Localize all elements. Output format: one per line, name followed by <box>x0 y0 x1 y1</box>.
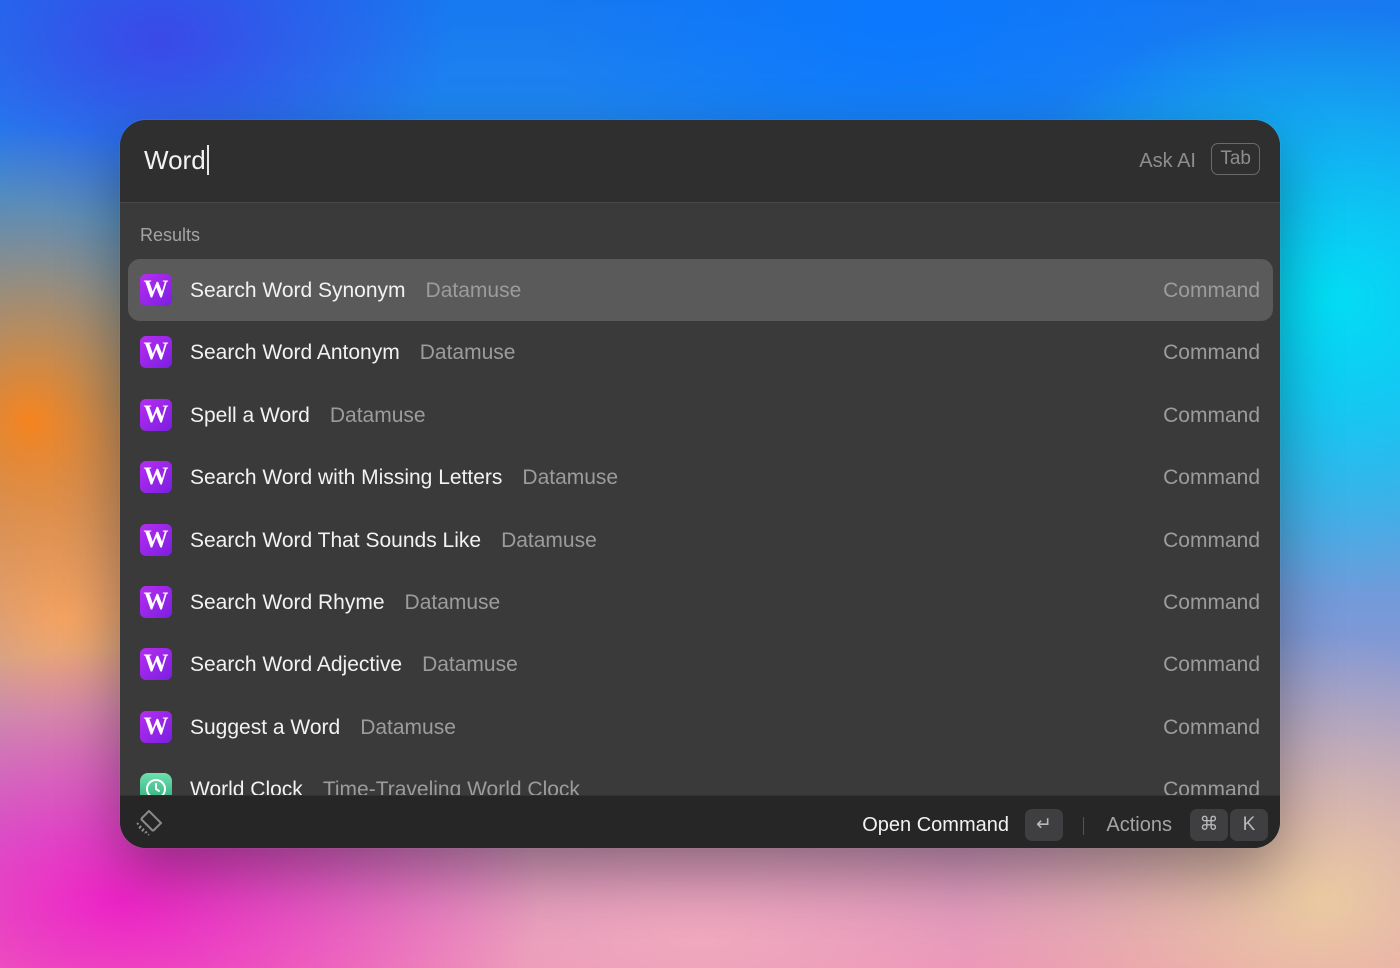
section-title-results: Results <box>140 225 201 245</box>
list-item-subtitle: Datamuse <box>501 529 597 552</box>
return-key-hint: ↵ <box>1025 809 1063 841</box>
list-item-subtitle: Time-Traveling World Clock <box>322 778 580 795</box>
datamuse-w-icon: W <box>140 274 172 306</box>
action-bar: Open Command ↵ Actions ⌘ K <box>120 795 1280 848</box>
list-item[interactable]: World Clock Time-Traveling World Clock Com… <box>128 758 1273 795</box>
list-item[interactable]: W Search Word Rhyme Datamuse Command <box>128 571 1273 633</box>
list-item-title: Search Word Antonym <box>190 341 400 364</box>
list-item-title: Search Word Synonym <box>190 279 406 302</box>
datamuse-w-icon: W <box>140 399 172 431</box>
list-item-text: Spell a Word Datamuse <box>190 403 426 429</box>
list-item-subtitle: Datamuse <box>419 341 516 364</box>
list-item-text: Search Word Synonym Datamuse <box>190 278 521 304</box>
search-input[interactable]: Word <box>144 142 209 178</box>
list-item-title: Suggest a Word <box>190 716 341 739</box>
search-query[interactable]: Word <box>144 142 206 178</box>
list-item[interactable]: W Search Word Synonym Datamuse Command <box>128 259 1273 321</box>
datamuse-w-icon: W <box>140 336 172 368</box>
list-item[interactable]: W Spell a Word Datamuse Command <box>128 384 1273 446</box>
list-item-type: Command <box>1163 778 1260 795</box>
list-item-title: Spell a Word <box>190 404 310 427</box>
list-item-title: Search Word with Missing Letters <box>190 466 503 489</box>
list-item[interactable]: W Search Word Adjective Datamuse Command <box>128 633 1273 695</box>
list-item-type: Command <box>1163 716 1260 739</box>
text-caret <box>206 145 209 175</box>
list-item-text: Search Word That Sounds Like Datamuse <box>190 528 597 554</box>
raycast-logo-icon[interactable] <box>136 810 162 836</box>
tab-key-hint: Tab <box>1211 143 1260 175</box>
results-list: Results W Search Word Synonym Datamuse Comm… <box>120 203 1280 795</box>
list-item[interactable]: W Search Word Antonym Datamuse Command <box>128 321 1273 383</box>
list-item-text: Search Word with Missing Letters Datamuse <box>190 465 618 491</box>
list-item-title: World Clock <box>190 778 303 795</box>
list-item-subtitle: Datamuse <box>329 404 426 427</box>
datamuse-w-icon: W <box>140 524 172 556</box>
list-item-text: World Clock Time-Traveling World Clock <box>190 777 580 795</box>
datamuse-w-icon: W <box>140 648 172 680</box>
list-item-type: Command <box>1163 341 1260 364</box>
list-item[interactable]: W Search Word with Missing Letters Datamus… <box>128 446 1273 508</box>
list-item-subtitle: Datamuse <box>425 279 522 302</box>
datamuse-w-icon: W <box>140 461 172 493</box>
list-item-type: Command <box>1163 279 1260 302</box>
list-item-type: Command <box>1163 529 1260 552</box>
clock-icon <box>140 773 172 795</box>
ask-ai-button[interactable]: Ask AI <box>1139 147 1196 175</box>
list-item-text: Search Word Rhyme Datamuse <box>190 590 500 616</box>
list-item-type: Command <box>1163 466 1260 489</box>
list-item-text: Suggest a Word Datamuse <box>190 715 456 741</box>
footer-divider <box>1083 817 1084 835</box>
list-item-title: Search Word Adjective <box>190 653 403 676</box>
list-item-text: Search Word Adjective Datamuse <box>190 652 518 678</box>
list-item-subtitle: Datamuse <box>422 653 518 676</box>
list-item-subtitle: Datamuse <box>522 466 619 489</box>
command-key-hint: ⌘ <box>1190 809 1228 841</box>
list-item-type: Command <box>1163 404 1260 427</box>
actions-button[interactable]: Actions <box>1106 812 1172 838</box>
open-command-action[interactable]: Open Command <box>862 812 1009 838</box>
k-key-hint: K <box>1230 809 1268 841</box>
list-item-type: Command <box>1163 591 1260 614</box>
list-item-text: Search Word Antonym Datamuse <box>190 340 515 366</box>
list-item[interactable]: W Suggest a Word Datamuse Command <box>128 696 1273 758</box>
list-item-title: Search Word Rhyme <box>190 591 385 614</box>
list-item[interactable]: W Search Word That Sounds Like Datamuse Com… <box>128 509 1273 571</box>
list-item-subtitle: Datamuse <box>360 716 456 739</box>
list-item-title: Search Word That Sounds Like <box>190 529 482 552</box>
list-item-type: Command <box>1163 653 1260 676</box>
launcher-window: Word Ask AI Tab Results W Search Word Syn… <box>120 120 1280 848</box>
datamuse-w-icon: W <box>140 586 172 618</box>
datamuse-w-icon: W <box>140 711 172 743</box>
list-item-subtitle: Datamuse <box>404 591 501 614</box>
search-bar: Word Ask AI Tab <box>120 120 1280 203</box>
